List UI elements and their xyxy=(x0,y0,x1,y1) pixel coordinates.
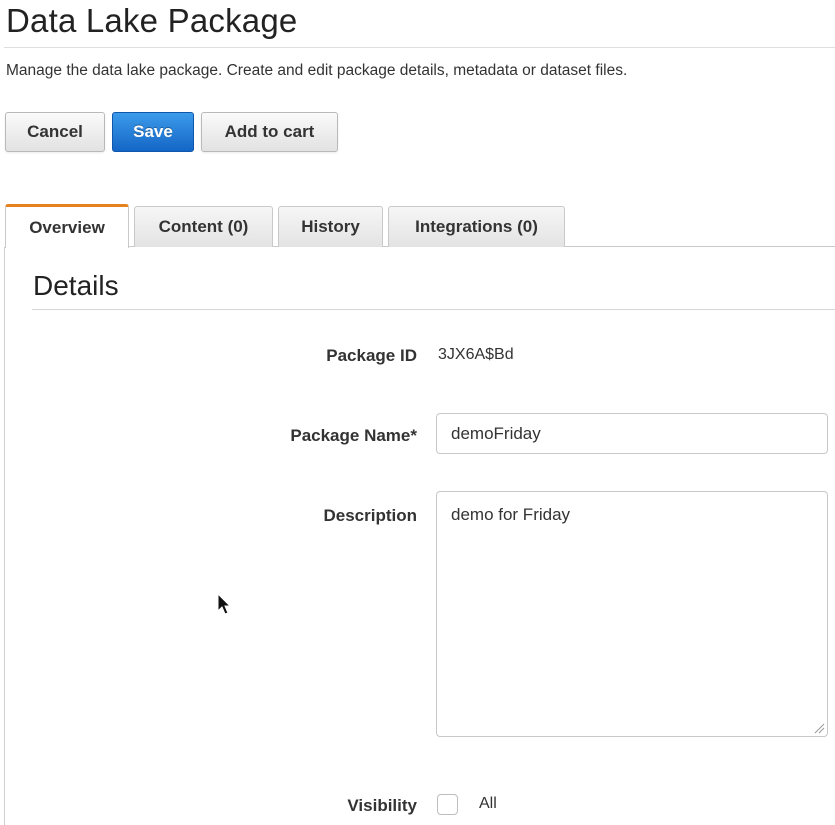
tab-integrations[interactable]: Integrations (0) xyxy=(388,206,565,247)
description-textarea[interactable]: demo for Friday xyxy=(436,491,828,737)
page-subtitle: Manage the data lake package. Create and… xyxy=(6,62,628,79)
package-name-label: Package Name* xyxy=(290,426,417,445)
section-title-details: Details xyxy=(33,270,119,301)
tab-content[interactable]: Content (0) xyxy=(134,206,273,247)
package-id-value: 3JX6A$Bd xyxy=(438,346,514,363)
package-name-input[interactable] xyxy=(436,413,828,454)
add-to-cart-button[interactable]: Add to cart xyxy=(201,112,338,152)
section-divider xyxy=(32,309,835,310)
visibility-all-label[interactable]: All xyxy=(479,795,497,813)
package-id-label: Package ID xyxy=(326,346,417,365)
tab-history[interactable]: History xyxy=(278,206,383,247)
visibility-all-checkbox[interactable] xyxy=(437,794,458,815)
save-button[interactable]: Save xyxy=(112,112,194,152)
panel-border xyxy=(4,247,5,825)
tab-overview[interactable]: Overview xyxy=(5,204,129,248)
cancel-button[interactable]: Cancel xyxy=(5,112,105,152)
page-title: Data Lake Package xyxy=(6,2,298,39)
mouse-pointer-icon xyxy=(217,593,232,615)
description-label: Description xyxy=(323,506,417,525)
visibility-label: Visibility xyxy=(347,796,417,815)
title-divider xyxy=(4,47,835,48)
resize-grip-icon[interactable] xyxy=(814,723,825,734)
